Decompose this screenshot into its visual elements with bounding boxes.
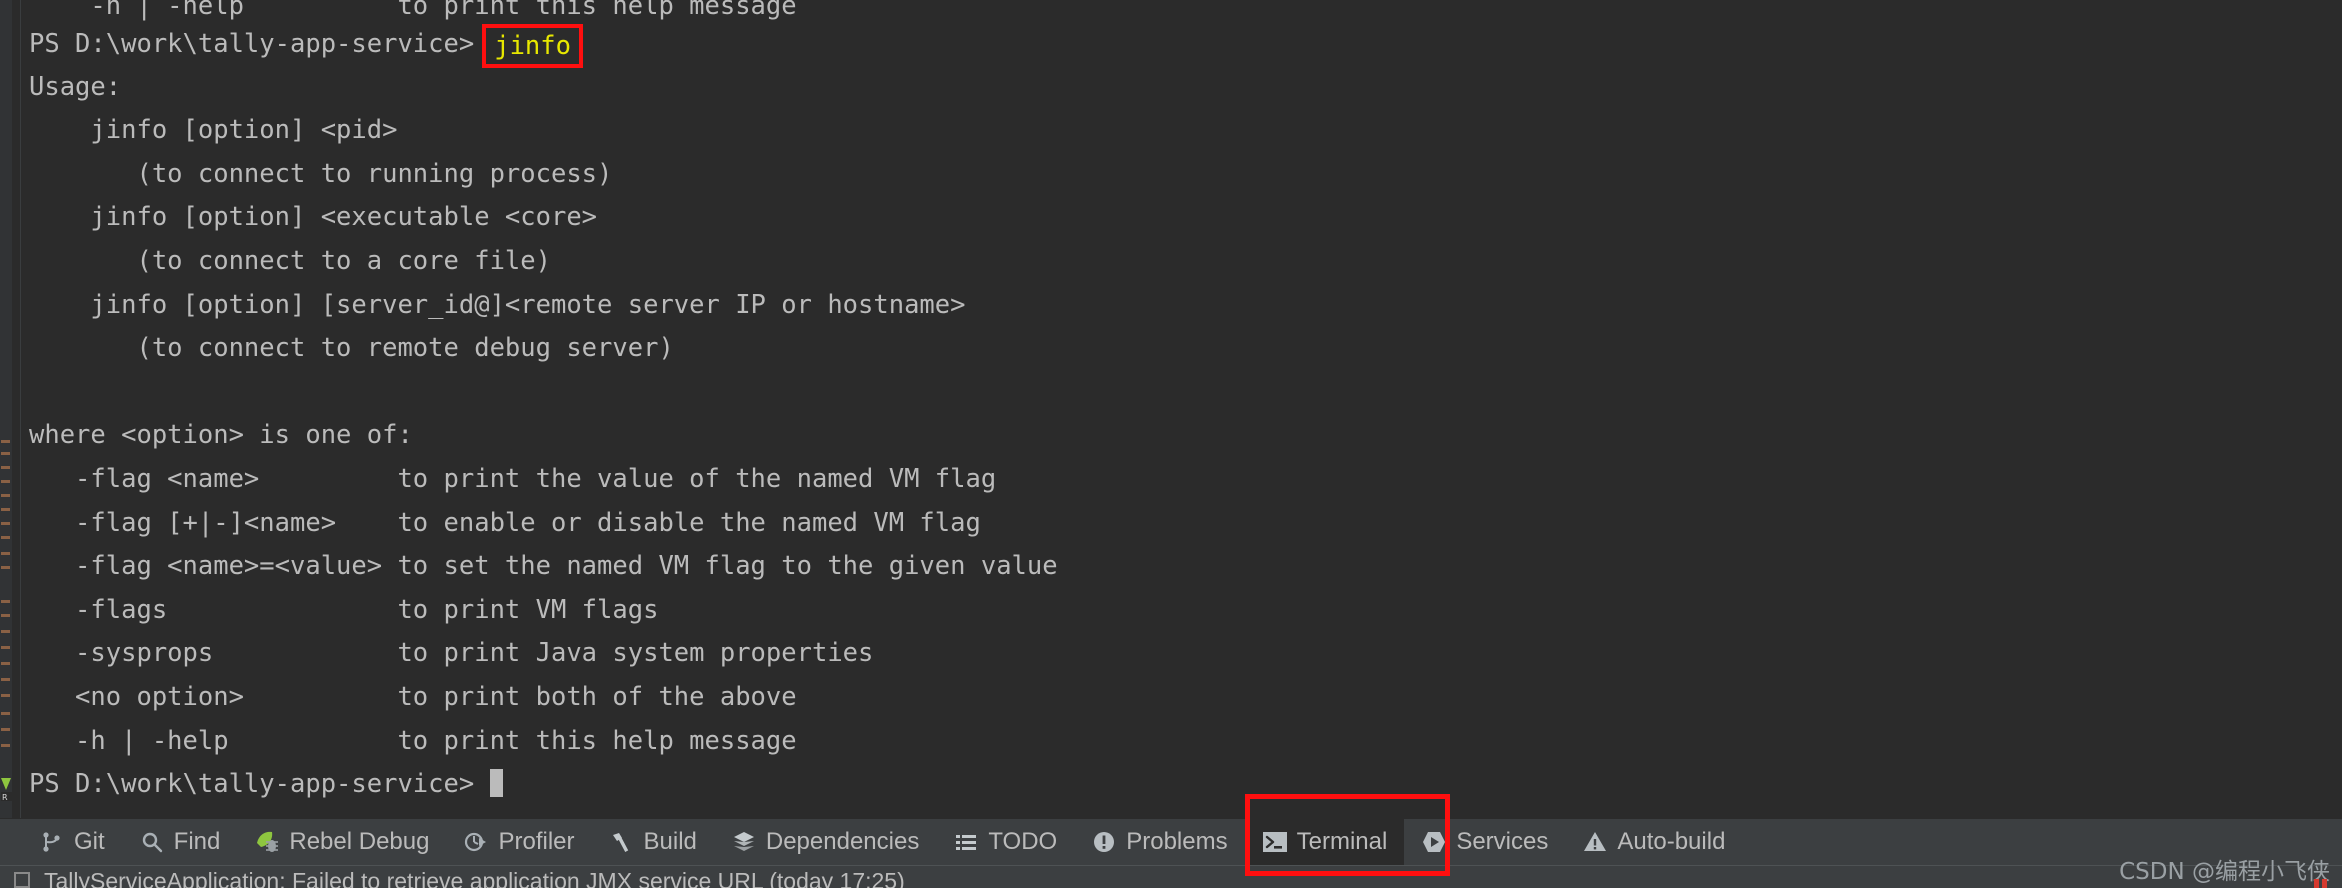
gutter-marker xyxy=(1,662,10,665)
gutter-marker xyxy=(1,630,10,633)
terminal-caret xyxy=(489,769,503,798)
jrebel-badge-icon: R xyxy=(0,776,13,802)
tool-button-label: TODO xyxy=(988,828,1058,855)
tool-button-find[interactable]: Find xyxy=(122,819,238,866)
tool-button-label: Profiler xyxy=(498,828,575,855)
tool-button-label: Find xyxy=(173,828,221,855)
terminal-line: jinfo [option] [server_id@]<remote serve… xyxy=(29,289,966,320)
gutter-marker xyxy=(1,508,10,511)
terminal-line: where <option> is one of: xyxy=(29,420,413,451)
gutter-marker xyxy=(1,440,10,443)
gutter-marker xyxy=(1,480,10,483)
tool-button-label: Build xyxy=(643,828,697,855)
tool-button-auto-build[interactable]: Auto-build xyxy=(1565,819,1742,866)
gutter-marker xyxy=(1,452,10,455)
tool-button-label: Terminal xyxy=(1296,828,1388,855)
gutter-marker xyxy=(1,728,10,731)
checkbox-icon[interactable] xyxy=(14,872,30,888)
terminal-left-divider xyxy=(12,0,21,818)
tool-button-label: Auto-build xyxy=(1617,828,1726,855)
tool-window-bar[interactable]: Git Find Rebel Debug Profiler Build Depe… xyxy=(0,818,2342,866)
terminal-line-clipped: -h | -help to print this help message xyxy=(29,0,797,21)
gutter-marker xyxy=(1,694,10,697)
list-icon xyxy=(953,829,979,855)
gutter-marker xyxy=(1,552,10,555)
terminal-line: Usage: xyxy=(29,71,122,102)
gutter-marker xyxy=(1,536,10,539)
rocket-bug-icon xyxy=(254,829,280,855)
terminal-gutter[interactable]: R xyxy=(0,0,12,818)
terminal-line: -h | -help to print this help message xyxy=(29,725,797,756)
terminal-line: (to connect to remote debug server) xyxy=(29,333,674,364)
terminal-line: -flags to print VM flags xyxy=(29,594,659,625)
terminal-line: (to connect to a core file) xyxy=(29,245,551,276)
gutter-marker xyxy=(1,678,10,681)
terminal-icon xyxy=(1262,829,1288,855)
tool-button-todo[interactable]: TODO xyxy=(936,819,1074,866)
git-branch-icon xyxy=(39,829,65,855)
terminal-line: -flag <name> to print the value of the n… xyxy=(29,463,997,494)
tool-button-git[interactable]: Git xyxy=(22,819,122,866)
tool-button-label: Git xyxy=(74,828,105,855)
terminal-command: jinfo xyxy=(494,31,571,61)
gutter-marker xyxy=(1,600,10,603)
layers-icon xyxy=(731,829,757,855)
hammer-icon xyxy=(609,829,635,855)
tool-button-services[interactable]: Services xyxy=(1404,819,1565,866)
gutter-marker xyxy=(1,614,10,617)
terminal-line: <no option> to print both of the above xyxy=(29,681,797,712)
status-bar[interactable]: TallyServiceApplication: Failed to retri… xyxy=(0,865,2342,888)
status-message: TallyServiceApplication: Failed to retri… xyxy=(44,868,905,888)
ide-window: R -h | -help to print this help message … xyxy=(0,0,2342,888)
profiler-icon xyxy=(463,829,489,855)
tool-button-build[interactable]: Build xyxy=(592,819,714,866)
gutter-marker xyxy=(1,466,10,469)
warning-triangle-icon xyxy=(1582,829,1608,855)
terminal-line: jinfo [option] <pid> xyxy=(29,115,398,146)
tool-button-label: Dependencies xyxy=(765,828,920,855)
terminal-prompt-line: PS D:\work\tally-app-service> jinfo xyxy=(29,22,2342,68)
tool-button-rebel-debug[interactable]: Rebel Debug xyxy=(237,819,446,866)
tool-button-problems[interactable]: Problems xyxy=(1074,819,1244,866)
tool-button-terminal[interactable]: Terminal xyxy=(1244,818,1405,866)
terminal-active-prompt-line[interactable]: PS D:\work\tally-app-service> xyxy=(29,763,2342,807)
tool-button-label: Rebel Debug xyxy=(289,828,430,855)
play-hexagon-icon xyxy=(1421,829,1447,855)
tool-button-label: Problems xyxy=(1126,828,1228,855)
search-icon xyxy=(139,829,165,855)
gutter-marker xyxy=(1,744,10,747)
gutter-marker xyxy=(1,494,10,497)
tool-button-label: Services xyxy=(1456,828,1549,855)
terminal-output[interactable]: -h | -help to print this help message PS… xyxy=(21,0,2342,818)
gutter-marker xyxy=(1,566,10,569)
terminal-final-prompt: PS D:\work\tally-app-service> xyxy=(29,769,475,800)
gutter-marker xyxy=(1,712,10,715)
terminal-line: -flag [+|-]<name> to enable or disable t… xyxy=(29,507,981,538)
gutter-marker xyxy=(1,646,10,649)
gutter-marker xyxy=(1,522,10,525)
terminal-line: -flag <name>=<value> to set the named VM… xyxy=(29,551,1058,582)
tool-button-profiler[interactable]: Profiler xyxy=(446,819,591,866)
watermark-marks-icon xyxy=(2314,878,2330,888)
terminal-line: jinfo [option] <executable <core> xyxy=(29,202,598,233)
terminal-line: (to connect to running process) xyxy=(29,158,613,189)
exclamation-circle-icon xyxy=(1091,829,1117,855)
terminal-prompt: PS D:\work\tally-app-service> xyxy=(29,29,475,59)
terminal-panel[interactable]: R -h | -help to print this help message … xyxy=(0,0,2342,818)
command-annotation-box: jinfo xyxy=(482,24,583,68)
tool-button-dependencies[interactable]: Dependencies xyxy=(714,819,936,866)
svg-text:R: R xyxy=(2,793,8,802)
terminal-line: -sysprops to print Java system propertie… xyxy=(29,638,874,669)
watermark: CSDN @编程小飞侠 xyxy=(2119,859,2330,885)
